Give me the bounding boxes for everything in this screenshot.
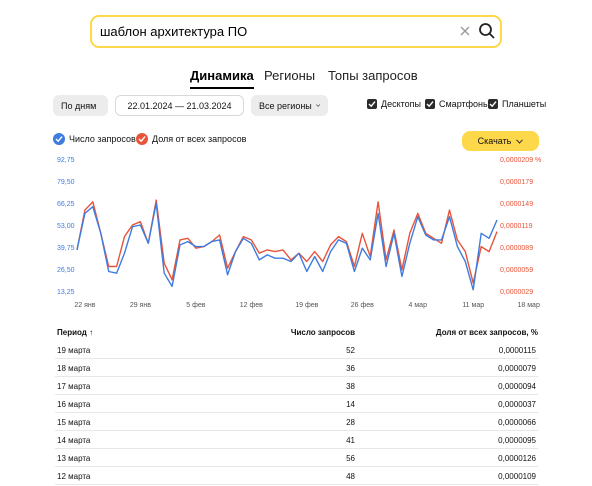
cell-period: 14 марта xyxy=(57,436,91,445)
checkbox-desktop[interactable]: Десктопы xyxy=(367,99,421,109)
chevron-down-icon xyxy=(315,104,320,107)
cell-queries: 41 xyxy=(346,436,355,445)
cell-share: 0,0000095 xyxy=(498,436,536,445)
y-tick-right-label: 0,0000179 xyxy=(500,179,533,186)
regions-select[interactable]: Все регионы xyxy=(251,95,328,116)
download-label: Скачать xyxy=(477,136,512,146)
cell-queries: 36 xyxy=(346,364,355,373)
cell-share: 0,0000066 xyxy=(498,418,536,427)
cell-period: 13 марта xyxy=(57,454,91,463)
checkbox-checked-icon xyxy=(425,99,435,109)
clear-icon[interactable] xyxy=(458,24,472,38)
data-table: 19 марта 52 0,0000115 18 марта 36 0,0000… xyxy=(55,341,538,485)
table-row: 13 марта 56 0,0000126 xyxy=(55,449,538,467)
column-header-share[interactable]: Доля от всех запросов, % xyxy=(436,328,538,337)
table-row: 12 марта 48 0,0000109 xyxy=(55,467,538,485)
cell-queries: 28 xyxy=(346,418,355,427)
y-tick-left-label: 53,00 xyxy=(57,223,75,230)
x-tick-label: 5 фев xyxy=(186,302,205,309)
checkbox-tablets[interactable]: Планшеты xyxy=(488,99,546,109)
search-icon[interactable] xyxy=(478,22,496,40)
check-icon xyxy=(136,133,148,145)
line-chart: 92,75 79,50 66,25 53,00 39,75 26,50 13,25 0,000… xyxy=(57,157,541,309)
cell-share: 0,0000126 xyxy=(498,454,536,463)
check-icon xyxy=(53,133,65,145)
cell-queries: 48 xyxy=(346,472,355,481)
checkbox-label: Планшеты xyxy=(502,99,547,109)
table-row: 18 марта 36 0,0000079 xyxy=(55,359,538,377)
cell-period: 16 марта xyxy=(57,400,91,409)
x-tick-label: 18 мар xyxy=(518,302,540,309)
group-by-select[interactable]: По дням xyxy=(53,95,108,116)
legend-item-share[interactable]: Доля от всех запросов xyxy=(136,133,246,145)
table-row: 14 марта 41 0,0000095 xyxy=(55,431,538,449)
y-tick-left-label: 66,25 xyxy=(57,201,75,208)
date-range-picker[interactable]: 22.01.2024 — 21.03.2024 xyxy=(115,95,244,116)
x-tick-label: 22 янв xyxy=(74,302,95,309)
cell-period: 19 марта xyxy=(57,346,91,355)
tab-regions[interactable]: Регионы xyxy=(264,68,315,83)
regions-label: Все регионы xyxy=(259,100,312,111)
date-range-label: 22.01.2024 — 21.03.2024 xyxy=(127,100,232,111)
cell-period: 18 марта xyxy=(57,364,91,373)
cell-share: 0,0000037 xyxy=(498,400,536,409)
series-line-share xyxy=(76,199,498,284)
checkbox-label: Смартфоны xyxy=(439,99,490,109)
tab-bar: Динамика Регионы Топы запросов xyxy=(0,68,592,90)
cell-period: 12 марта xyxy=(57,472,91,481)
x-tick-label: 29 янв xyxy=(130,302,151,309)
group-by-label: По дням xyxy=(61,100,97,111)
y-tick-right-label: 0,0000059 xyxy=(500,267,533,274)
column-header-period[interactable]: Период ↑ xyxy=(57,328,93,337)
x-tick-label: 26 фев xyxy=(351,302,374,309)
y-tick-right-label: 0,0000029 xyxy=(500,289,533,296)
cell-share: 0,0000109 xyxy=(498,472,536,481)
y-tick-left-label: 39,75 xyxy=(57,245,75,252)
cell-share: 0,0000094 xyxy=(498,382,536,391)
y-tick-left-label: 79,50 xyxy=(57,179,75,186)
x-tick-label: 19 фев xyxy=(295,302,318,309)
x-tick-label: 11 мар xyxy=(462,302,484,309)
cell-queries: 14 xyxy=(346,400,355,409)
tab-top-queries[interactable]: Топы запросов xyxy=(328,68,418,83)
tab-dynamics[interactable]: Динамика xyxy=(190,68,254,89)
search-box[interactable]: шаблон архитектура ПО xyxy=(90,15,502,48)
cell-queries: 52 xyxy=(346,346,355,355)
legend-label: Число запросов xyxy=(69,134,136,144)
download-button[interactable]: Скачать xyxy=(462,131,539,151)
y-tick-right-label: 0,0000089 xyxy=(500,245,533,252)
legend-label: Доля от всех запросов xyxy=(152,134,247,144)
y-tick-right-label: 0,0000209 % xyxy=(500,157,541,164)
cell-period: 15 марта xyxy=(57,418,91,427)
table-row: 16 марта 14 0,0000037 xyxy=(55,395,538,413)
y-tick-left-label: 13,25 xyxy=(57,289,75,296)
table-row: 19 марта 52 0,0000115 xyxy=(55,341,538,359)
checkbox-checked-icon xyxy=(488,99,498,109)
cell-period: 17 марта xyxy=(57,382,91,391)
y-tick-right-label: 0,0000119 xyxy=(500,223,533,230)
series-line-queries xyxy=(76,202,498,291)
table-row: 17 марта 38 0,0000094 xyxy=(55,377,538,395)
legend-item-queries[interactable]: Число запросов xyxy=(53,133,136,145)
table-row: 15 марта 28 0,0000066 xyxy=(55,413,538,431)
cell-queries: 56 xyxy=(346,454,355,463)
cell-share: 0,0000115 xyxy=(498,346,536,355)
y-tick-left-label: 26,50 xyxy=(57,267,75,274)
chevron-down-icon xyxy=(516,138,524,144)
y-tick-left-label: 92,75 xyxy=(57,157,75,164)
x-tick-label: 4 мар xyxy=(409,302,428,309)
search-input[interactable]: шаблон архитектура ПО xyxy=(100,24,247,39)
checkbox-smartphones[interactable]: Смартфоны xyxy=(425,99,489,109)
cell-share: 0,0000079 xyxy=(498,364,536,373)
x-tick-label: 12 фев xyxy=(240,302,263,309)
y-tick-right-label: 0,0000149 xyxy=(500,201,533,208)
checkbox-checked-icon xyxy=(367,99,377,109)
checkbox-label: Десктопы xyxy=(381,99,422,109)
table-header: Период ↑ Число запросов Доля от всех зап… xyxy=(57,328,538,342)
column-header-queries[interactable]: Число запросов xyxy=(291,328,355,337)
cell-queries: 38 xyxy=(346,382,355,391)
